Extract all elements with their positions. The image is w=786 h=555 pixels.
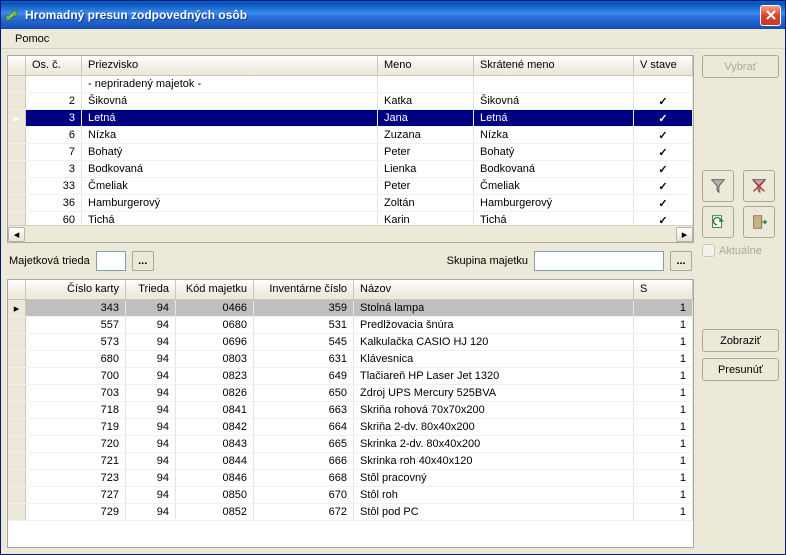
assets-row[interactable]: 703940826650Zdroj UPS Mercury 525BVA1 [8,385,693,402]
show-button[interactable]: Zobraziť [702,329,779,352]
filter-icon-buttons [702,170,779,238]
assets-row[interactable]: 721940844666Skrinka roh 40x40x1201 [8,453,693,470]
funnel-clear-icon [750,177,768,195]
col-trieda[interactable]: Trieda [126,280,176,299]
assets-grid[interactable]: Číslo karty Trieda Kód majetku Inventárn… [7,279,694,548]
persons-header: Os. č. Priezvisko Meno Skrátené meno V s… [8,56,693,76]
assets-row[interactable]: 700940823649Tlačiareň HP Laser Jet 13201 [8,368,693,385]
col-osc[interactable]: Os. č. [26,56,82,75]
app-icon [5,7,21,23]
col-inv[interactable]: Inventárne číslo [254,280,354,299]
persons-hscroll[interactable]: ◂▸ [8,225,693,242]
aktualne-input [702,244,715,257]
assets-row[interactable]: 719940842664Skriňa 2-dv. 80x40x2001 [8,419,693,436]
col-nazov[interactable]: Názov [354,280,634,299]
persons-row[interactable]: 6NízkaZuzanaNízka✓ [8,127,693,144]
door-exit-icon [750,213,768,231]
persons-row[interactable]: 2ŠikovnáKatkaŠikovná✓ [8,93,693,110]
persons-row[interactable]: 36HamburgerovýZoltánHamburgerový✓ [8,195,693,212]
assets-row[interactable]: 718940841663Skriňa rohová 70x70x2001 [8,402,693,419]
persons-grid[interactable]: Os. č. Priezvisko Meno Skrátené meno V s… [7,55,694,243]
col-kod[interactable]: Kód majetku [176,280,254,299]
move-button[interactable]: Presunúť [702,358,779,381]
select-button[interactable]: Vybrať [702,55,779,78]
menubar: Pomoc [1,29,785,49]
persons-row[interactable]: 7BohatýPeterBohatý✓ [8,144,693,161]
trieda-label: Majetková trieda [9,255,90,267]
assets-row[interactable]: 729940852672Stôl pod PC1 [8,504,693,521]
exit-button[interactable] [743,206,775,238]
menu-help[interactable]: Pomoc [9,31,55,47]
skupina-browse-button[interactable]: ... [670,251,692,271]
close-button[interactable] [760,5,781,26]
clear-filter-button[interactable] [743,170,775,202]
assets-row[interactable]: 727940850670Stôl roh1 [8,487,693,504]
refresh-icon [709,213,727,231]
persons-row[interactable]: 33ČmeliakPeterČmeliak✓ [8,178,693,195]
col-meno[interactable]: Meno [378,56,474,75]
filter-button[interactable] [702,170,734,202]
aktualne-label: Aktuálne [719,245,762,257]
assets-row[interactable]: 573940696545Kalkulačka CASIO HJ 1201 [8,334,693,351]
persons-row[interactable]: 3BodkovanáLienkaBodkovaná✓ [8,161,693,178]
assets-row[interactable]: ▸343940466359Stolná lampa1 [8,300,693,317]
funnel-icon [709,177,727,195]
persons-row[interactable]: ▸3LetnáJanaLetná✓ [8,110,693,127]
filter-bar: Majetková trieda ... Skupina majetku ... [7,243,694,275]
col-vstave[interactable]: V stave [634,56,693,75]
col-skrat[interactable]: Skrátené meno [474,56,634,75]
assets-row[interactable]: 557940680531Predlžovacia šnúra1 [8,317,693,334]
skupina-input[interactable] [534,251,664,271]
trieda-browse-button[interactable]: ... [132,251,154,271]
col-karta[interactable]: Číslo karty [26,280,126,299]
col-priezvisko[interactable]: Priezvisko [82,56,378,75]
persons-row[interactable]: - nepriradený majetok - [8,76,693,93]
assets-header: Číslo karty Trieda Kód majetku Inventárn… [8,280,693,300]
assets-row[interactable]: 680940803631Klávesnica1 [8,351,693,368]
assets-row[interactable]: 720940843665Skrinka 2-dv. 80x40x2001 [8,436,693,453]
titlebar: Hromadný presun zodpovedných osôb [1,1,785,29]
window-title: Hromadný presun zodpovedných osôb [25,8,760,22]
col-s[interactable]: S [634,280,693,299]
aktualne-checkbox: Aktuálne [702,244,779,257]
trieda-input[interactable] [96,251,126,271]
skupina-label: Skupina majetku [447,255,528,267]
persons-row[interactable]: 60TicháKarinTichá✓ [8,212,693,225]
assets-row[interactable]: 723940846668Stôl pracovný1 [8,470,693,487]
refresh-button[interactable] [702,206,734,238]
